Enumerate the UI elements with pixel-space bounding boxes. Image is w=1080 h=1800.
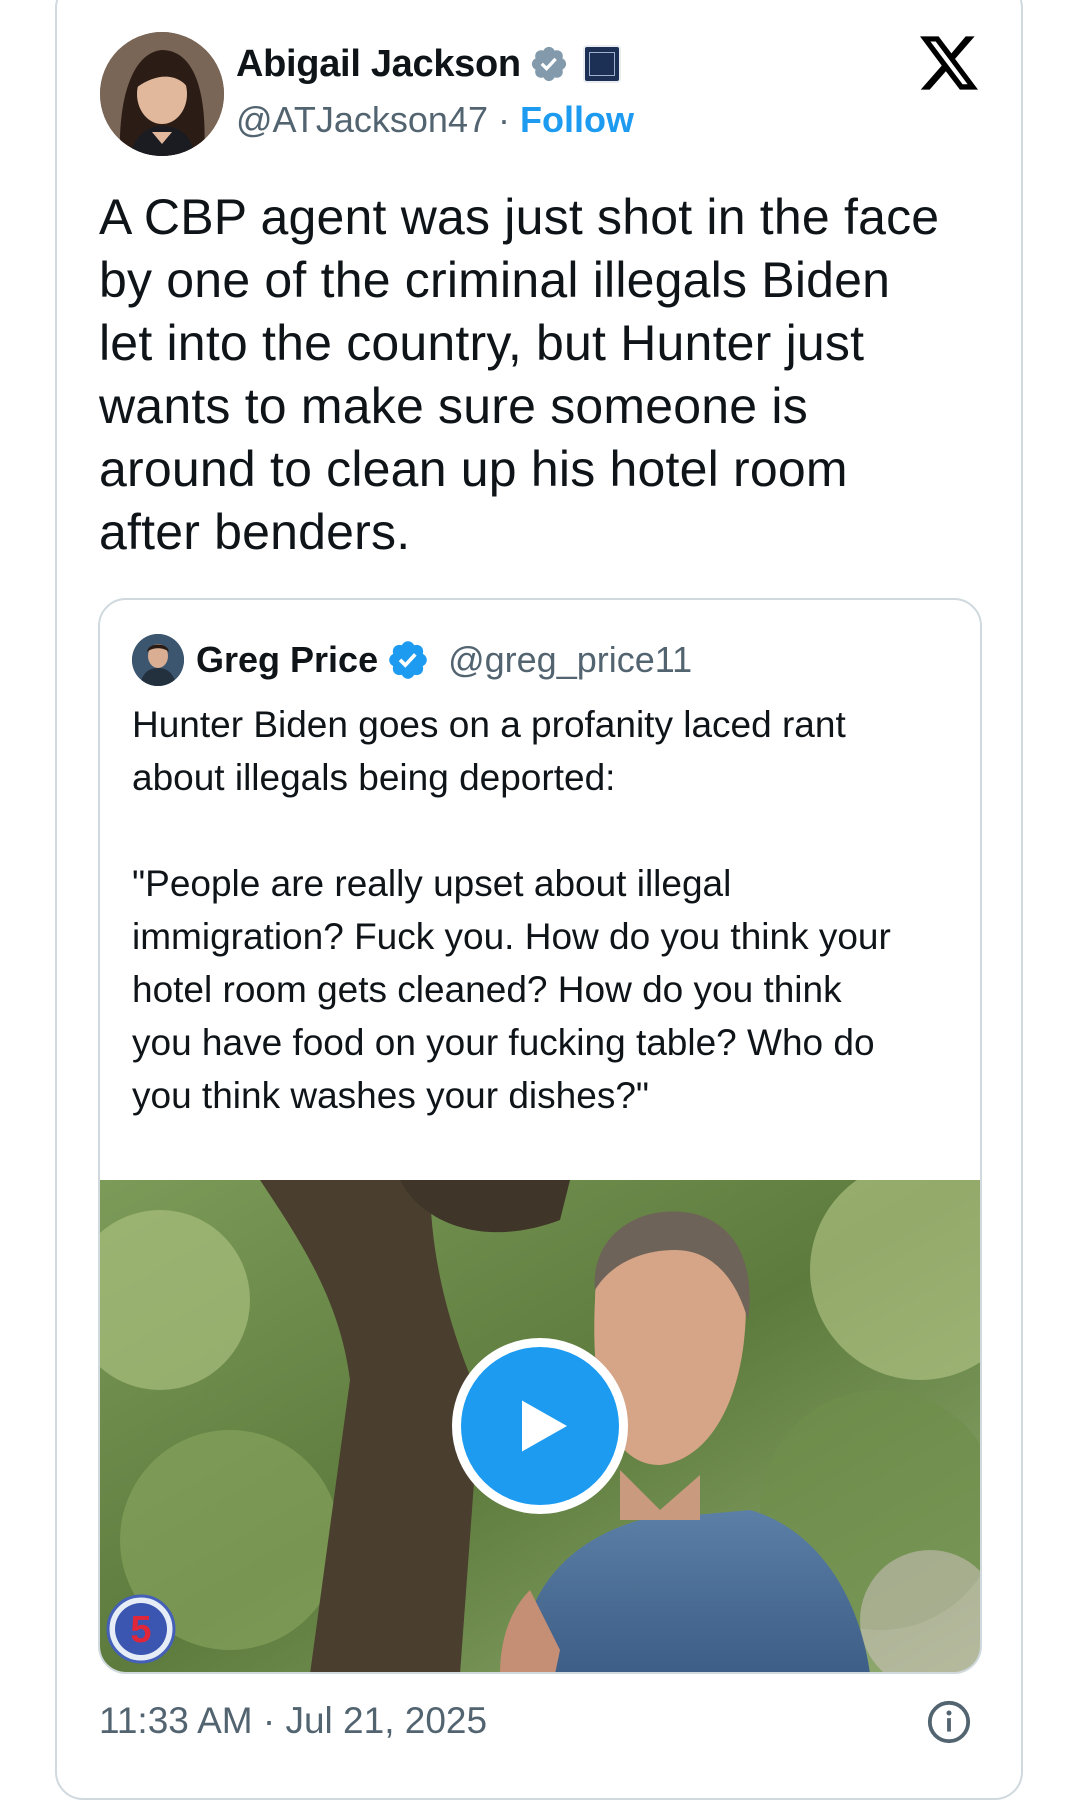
author-handle[interactable]: @ATJackson47 <box>236 99 488 141</box>
follow-button[interactable]: Follow <box>520 99 634 141</box>
handle-separator: · <box>487 99 520 140</box>
channel-logo-text: 5 <box>130 1609 151 1651</box>
video-player[interactable]: 5 <box>100 1180 980 1672</box>
verified-badge-icon <box>531 46 566 82</box>
white-house-affiliation-icon[interactable] <box>582 45 621 83</box>
verified-badge-icon <box>389 641 427 679</box>
author-name[interactable]: Abigail Jackson <box>236 43 521 86</box>
quote-text: Hunter Biden goes on a profanity laced r… <box>132 704 891 1116</box>
tweet-text: A CBP agent was just shot in the face by… <box>99 189 940 560</box>
channel-logo-icon: 5 <box>106 1594 176 1664</box>
author-handle-row: @ATJackson47 · Follow <box>236 96 634 144</box>
x-logo-icon[interactable] <box>920 36 978 90</box>
play-button[interactable] <box>452 1338 628 1514</box>
author-avatar[interactable] <box>100 32 224 156</box>
quote-author-row: Greg Price @greg_price11 <box>196 634 692 686</box>
quote-author-handle[interactable]: @greg_price11 <box>448 639 692 681</box>
tweet-timestamp[interactable]: 11:33 AM · Jul 21, 2025 <box>99 1697 487 1745</box>
play-icon <box>522 1400 567 1452</box>
quote-author-name[interactable]: Greg Price <box>196 639 378 681</box>
quote-author-avatar[interactable] <box>132 634 184 686</box>
quoted-tweet[interactable]: Greg Price @greg_price11 Hunter Biden go… <box>98 598 982 1674</box>
info-icon[interactable] <box>926 1699 972 1745</box>
author-name-row: Abigail Jackson <box>236 40 621 88</box>
